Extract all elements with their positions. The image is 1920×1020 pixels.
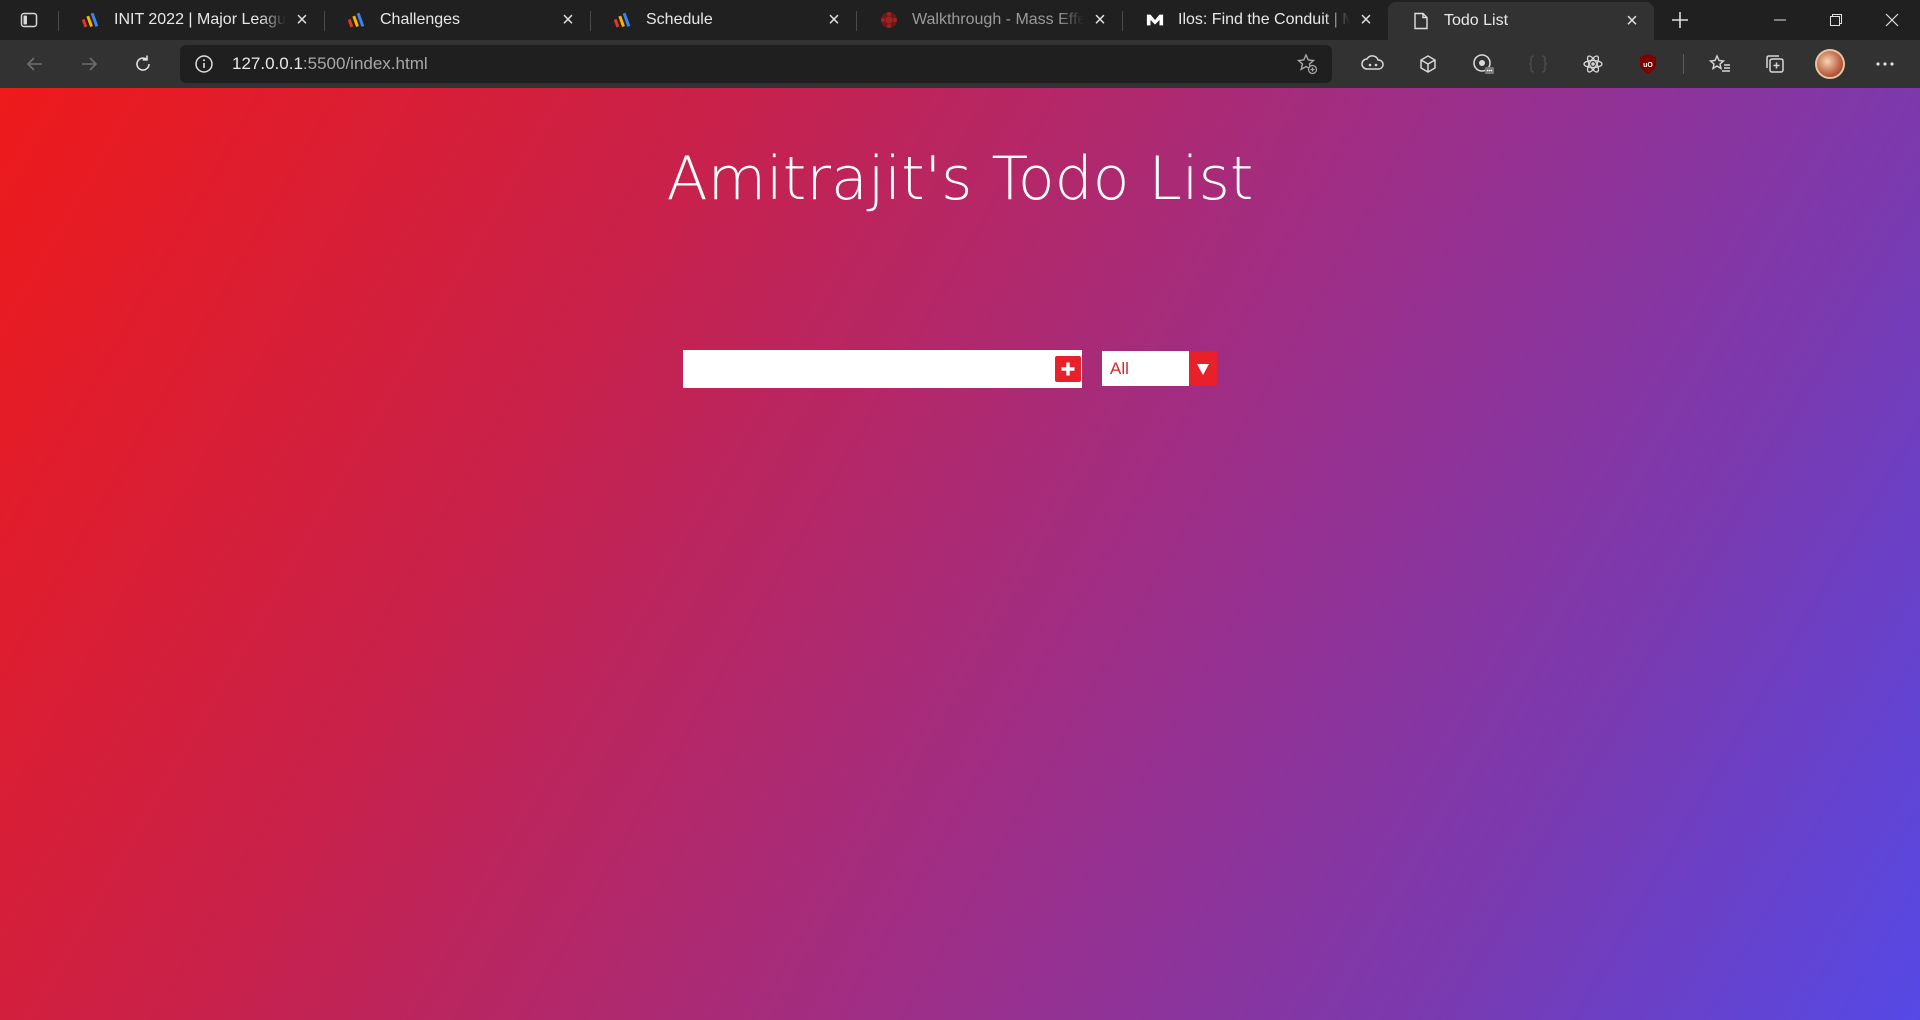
tab-strip: INIT 2022 | Major League Hacking × Chall… — [0, 0, 1920, 40]
close-icon[interactable]: × — [1090, 9, 1110, 31]
tab-title: Ilos: Find the Conduit | Mass Effect — [1178, 11, 1350, 28]
plus-icon — [1672, 12, 1688, 28]
tab-actions-icon — [20, 12, 38, 28]
close-icon[interactable]: × — [1622, 10, 1642, 32]
add-todo-square — [1054, 356, 1081, 382]
restore-icon — [1830, 14, 1842, 26]
tab-ilos[interactable]: Ilos: Find the Conduit | Mass Effect × — [1122, 0, 1388, 40]
tab-title: Todo List — [1444, 12, 1509, 29]
extension-button[interactable] — [1400, 40, 1455, 88]
url-path: :5500/index.html — [302, 54, 428, 73]
triangle-down-icon — [1197, 363, 1209, 375]
minimize-button[interactable] — [1752, 0, 1808, 40]
todo-input[interactable] — [683, 350, 1053, 388]
tab-schedule[interactable]: Schedule × — [590, 0, 856, 40]
tab-todo-list[interactable]: Todo List × — [1388, 2, 1654, 40]
tab-title: Schedule — [646, 11, 713, 28]
react-icon — [1582, 55, 1603, 73]
cube-icon — [1419, 55, 1436, 73]
page-icon — [1412, 12, 1430, 30]
collections-button[interactable] — [1747, 40, 1802, 88]
add-todo-button[interactable] — [1053, 350, 1082, 388]
close-icon — [1885, 13, 1899, 27]
new-tab-button[interactable] — [1660, 0, 1700, 40]
back-button[interactable] — [8, 40, 62, 88]
info-icon[interactable] — [194, 54, 214, 74]
braces-icon — [1528, 55, 1547, 73]
collections-icon — [1765, 55, 1784, 73]
arrow-right-icon — [82, 57, 98, 71]
page-title: Amitrajit's Todo List — [666, 144, 1254, 214]
tab-challenges[interactable]: Challenges × — [324, 0, 590, 40]
close-icon[interactable]: × — [558, 9, 578, 31]
svg-text:uO: uO — [1643, 62, 1653, 69]
favorites-button[interactable] — [1692, 40, 1747, 88]
toolbar-divider — [1683, 54, 1684, 74]
mlh-icon — [348, 11, 366, 29]
extension-button[interactable] — [1510, 40, 1565, 88]
settings-menu-button[interactable] — [1857, 40, 1912, 88]
arrow-left-icon — [26, 57, 42, 71]
more-icon — [1875, 62, 1894, 66]
tab-actions-button[interactable] — [0, 0, 58, 40]
tab-walkthrough[interactable]: Walkthrough - Mass Effect Wiki × — [856, 0, 1122, 40]
palette-icon — [1472, 54, 1494, 74]
filter-dropdown-arrow[interactable] — [1189, 351, 1217, 386]
close-icon[interactable]: × — [824, 9, 844, 31]
minimize-icon — [1774, 19, 1786, 21]
refresh-icon — [136, 55, 150, 71]
page-viewport: Amitrajit's Todo List All — [0, 88, 1920, 1020]
filter-select[interactable]: All — [1102, 351, 1217, 386]
url-text: 127.0.0.1:5500/index.html — [232, 54, 428, 74]
refresh-button[interactable] — [116, 40, 170, 88]
extension-button[interactable]: uO — [1620, 40, 1675, 88]
close-window-button[interactable] — [1864, 0, 1920, 40]
m-logo-icon — [1146, 11, 1164, 29]
tab-title: Challenges — [380, 11, 461, 28]
plus-icon — [1061, 362, 1074, 376]
address-bar[interactable]: 127.0.0.1:5500/index.html — [180, 45, 1332, 83]
filter-selected-value: All — [1110, 358, 1129, 378]
close-icon[interactable]: × — [292, 9, 312, 31]
extension-button[interactable] — [1455, 40, 1510, 88]
window-controls — [1752, 0, 1920, 40]
mlh-icon — [614, 11, 632, 29]
add-favorite-icon[interactable] — [1296, 53, 1318, 75]
url-host: 127.0.0.1 — [232, 54, 303, 73]
favorites-icon — [1708, 54, 1730, 72]
close-icon[interactable]: × — [1356, 9, 1376, 31]
extensions-area: uO — [1345, 40, 1912, 88]
mlh-icon — [82, 11, 100, 29]
avatar — [1814, 49, 1845, 79]
cloud-gamepad-icon — [1360, 55, 1384, 70]
ublock-icon: uO — [1639, 54, 1656, 74]
browser-toolbar: 127.0.0.1:5500/index.html uO — [0, 40, 1920, 88]
profile-button[interactable] — [1802, 40, 1857, 88]
restore-button[interactable] — [1808, 0, 1864, 40]
forward-button[interactable] — [62, 40, 116, 88]
tab-title: Walkthrough - Mass Effect Wiki — [912, 11, 1084, 28]
mass-effect-icon — [880, 11, 898, 29]
extension-button[interactable] — [1565, 40, 1620, 88]
tab-title: INIT 2022 | Major League Hacking — [114, 11, 286, 28]
tab-init-2022[interactable]: INIT 2022 | Major League Hacking × — [58, 0, 324, 40]
extension-button[interactable] — [1345, 40, 1400, 88]
